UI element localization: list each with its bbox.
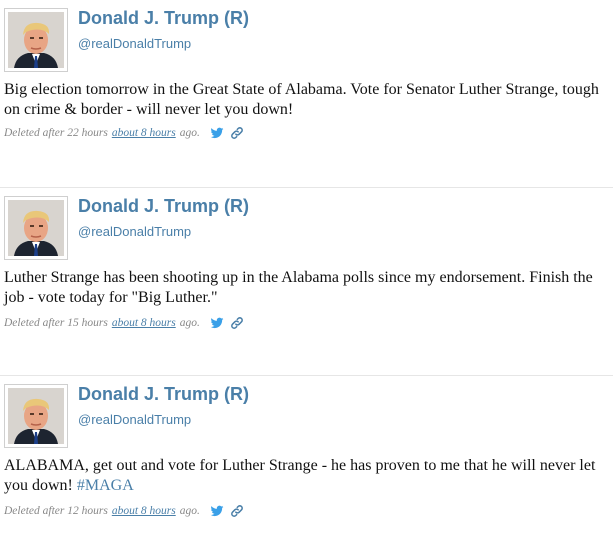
timestamp-link[interactable]: about 8 hours (112, 505, 176, 517)
avatar-portrait-image (8, 388, 64, 444)
link-icon[interactable] (230, 316, 244, 330)
twitter-bird-icon[interactable] (210, 126, 224, 140)
tweet-text: ALABAMA, get out and vote for Luther Str… (4, 456, 604, 496)
ago-suffix: ago. (179, 505, 200, 517)
author-name[interactable]: Donald J. Trump (R) (78, 384, 249, 405)
avatar-portrait-image (8, 12, 64, 68)
avatar-portrait-image (8, 200, 64, 256)
author-handle[interactable]: @realDonaldTrump (78, 36, 191, 51)
tweet-meta: Deleted after 12 hours about 8 hours ago… (4, 504, 250, 518)
tweet-text: Luther Strange has been shooting up in t… (4, 268, 604, 308)
tweet-item: Donald J. Trump (R) @realDonaldTrump ALA… (0, 376, 613, 555)
twitter-bird-icon[interactable] (210, 504, 224, 518)
author-handle[interactable]: @realDonaldTrump (78, 224, 191, 239)
avatar[interactable] (4, 196, 68, 260)
twitter-bird-icon[interactable] (210, 316, 224, 330)
timestamp-link[interactable]: about 8 hours (112, 317, 176, 329)
timestamp-link[interactable]: about 8 hours (112, 127, 176, 139)
avatar[interactable] (4, 384, 68, 448)
tweet-item: Donald J. Trump (R) @realDonaldTrump Lut… (0, 188, 613, 376)
ago-suffix: ago. (179, 317, 200, 329)
tweet-text: Big election tomorrow in the Great State… (4, 80, 604, 120)
link-icon[interactable] (230, 126, 244, 140)
ago-suffix: ago. (179, 127, 200, 139)
deleted-after-label: Deleted after 22 hours (4, 127, 108, 139)
tweet-meta: Deleted after 22 hours about 8 hours ago… (4, 126, 250, 140)
deleted-tweets-feed: Donald J. Trump (R) @realDonaldTrump Big… (0, 0, 613, 555)
link-icon[interactable] (230, 504, 244, 518)
tweet-body: Big election tomorrow in the Great State… (4, 81, 599, 118)
author-name[interactable]: Donald J. Trump (R) (78, 8, 249, 29)
tweet-item: Donald J. Trump (R) @realDonaldTrump Big… (0, 0, 613, 188)
avatar[interactable] (4, 8, 68, 72)
deleted-after-label: Deleted after 15 hours (4, 317, 108, 329)
hashtag-link[interactable]: #MAGA (77, 477, 134, 494)
author-handle[interactable]: @realDonaldTrump (78, 412, 191, 427)
deleted-after-label: Deleted after 12 hours (4, 505, 108, 517)
tweet-meta: Deleted after 15 hours about 8 hours ago… (4, 316, 250, 330)
author-name[interactable]: Donald J. Trump (R) (78, 196, 249, 217)
tweet-body: Luther Strange has been shooting up in t… (4, 269, 593, 306)
